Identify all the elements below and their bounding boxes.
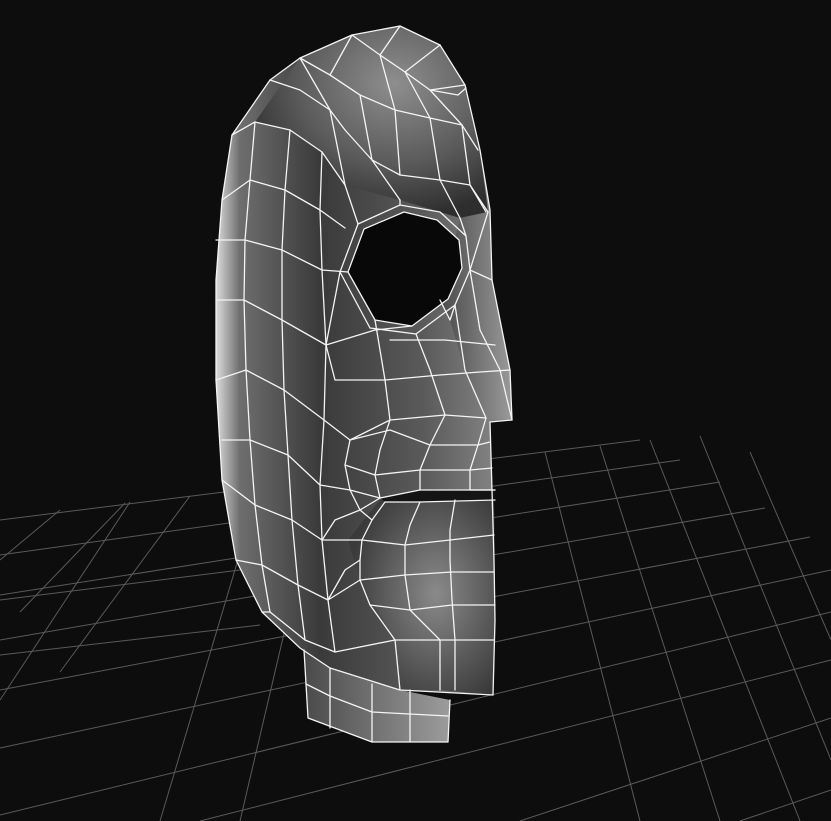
viewport-canvas[interactable] <box>0 0 831 821</box>
3d-viewport[interactable] <box>0 0 831 821</box>
grid-line-column <box>699 435 831 761</box>
grid-line-column <box>599 445 721 821</box>
grid-line-row <box>199 659 831 821</box>
grid-line-row <box>739 789 831 821</box>
grid-line-column <box>0 509 61 561</box>
grid-line-row <box>0 569 241 601</box>
grid-line-column <box>0 501 131 701</box>
grid-line-column <box>544 451 641 821</box>
head-mesh[interactable] <box>215 25 513 743</box>
